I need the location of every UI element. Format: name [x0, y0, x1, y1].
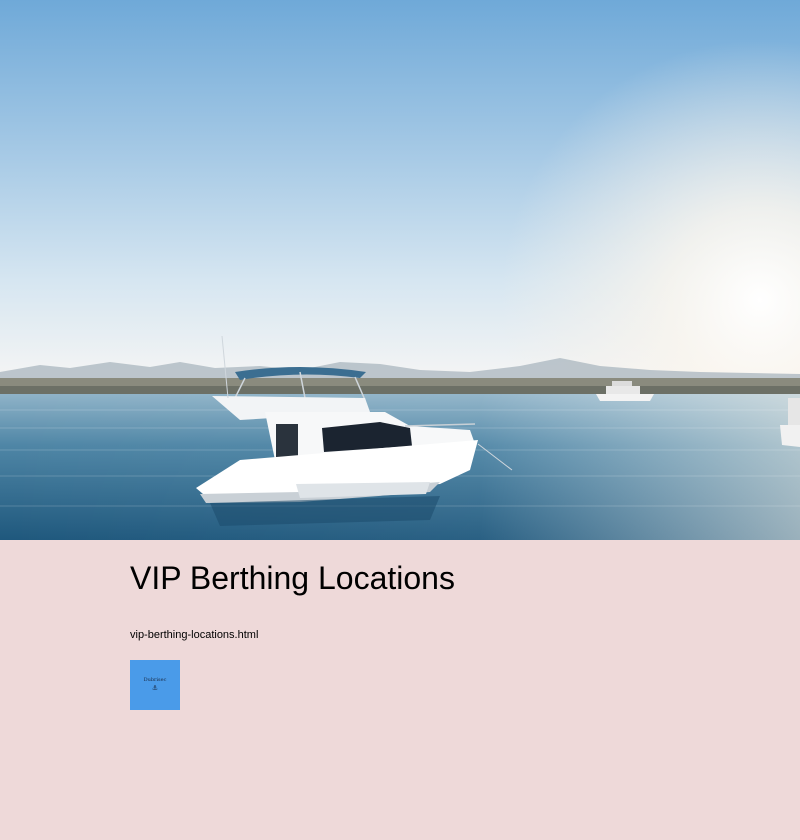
tile-label: Dubrisec [143, 677, 167, 683]
yacht-photo [0, 0, 800, 540]
dubrisec-tile-button[interactable]: Dubrisec ⚓ [130, 660, 180, 710]
hero-image [0, 0, 800, 540]
file-link[interactable]: vip-berthing-locations.html [130, 629, 258, 641]
page-title: VIP Berthing Locations [130, 560, 455, 596]
content-section: VIP Berthing Locations vip-berthing-loca… [0, 540, 800, 840]
anchor-icon: ⚓ [151, 684, 159, 692]
